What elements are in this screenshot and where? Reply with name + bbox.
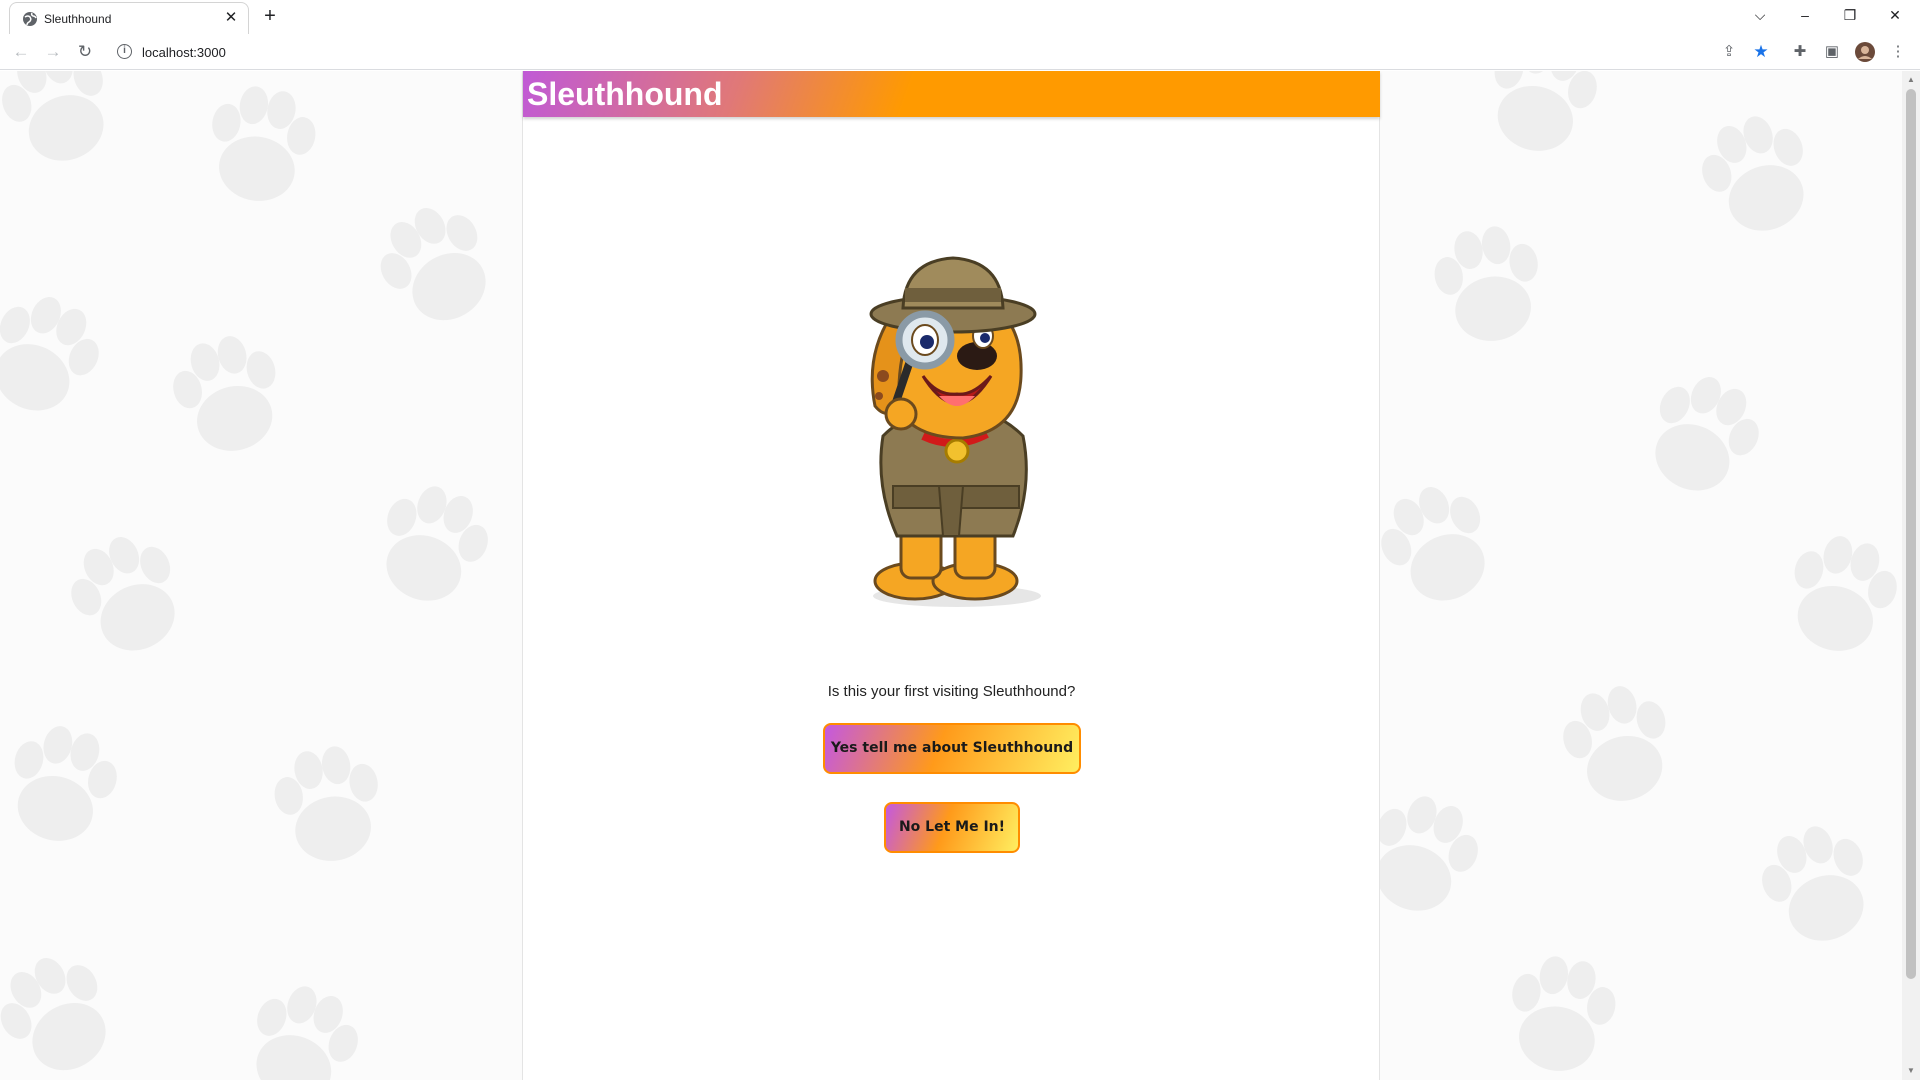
- scrollbar-thumb[interactable]: [1906, 89, 1916, 979]
- vertical-scrollbar[interactable]: ▲ ▼: [1902, 71, 1920, 1080]
- restore-button[interactable]: ❐: [1827, 0, 1873, 30]
- main-content: Sleuthhound Is this your first visiting …: [522, 71, 1380, 1080]
- new-tab-button[interactable]: +: [259, 5, 281, 27]
- tab-strip: Sleuthhound ✕ + ⌵ – ❐ ✕: [0, 0, 1920, 34]
- minimize-button[interactable]: –: [1782, 0, 1828, 30]
- first-visit-question: Is this your first visiting Sleuthhound?: [827, 683, 1076, 700]
- profile-avatar[interactable]: [1855, 42, 1875, 62]
- browser-menu-icon[interactable]: ⋮: [1888, 42, 1908, 62]
- tab-title: Sleuthhound: [44, 12, 112, 26]
- extensions-icon[interactable]: ✚: [1790, 42, 1810, 62]
- forward-button[interactable]: →: [42, 41, 64, 63]
- browser-toolbar: ← → ↻ i localhost:3000 ⇪ ★ ✚ ▣ ⋮: [0, 34, 1920, 70]
- browser-tab[interactable]: Sleuthhound ✕: [9, 2, 249, 34]
- close-window-button[interactable]: ✕: [1872, 0, 1918, 30]
- globe-icon: [23, 12, 37, 26]
- side-panel-icon[interactable]: ▣: [1822, 42, 1842, 62]
- tab-search-icon[interactable]: ⌵: [1737, 0, 1783, 30]
- reload-button[interactable]: ↻: [74, 41, 96, 63]
- let-me-in-button[interactable]: No Let Me In!: [884, 802, 1020, 853]
- site-info-icon[interactable]: i: [117, 44, 132, 59]
- bookmark-star-icon[interactable]: ★: [1751, 42, 1771, 62]
- url-text: localhost:3000: [142, 45, 226, 60]
- tab-close-icon[interactable]: ✕: [222, 9, 240, 27]
- scroll-up-arrow-icon[interactable]: ▲: [1906, 75, 1916, 85]
- scroll-down-arrow-icon[interactable]: ▼: [1906, 1066, 1916, 1076]
- address-bar[interactable]: i localhost:3000: [112, 39, 1712, 65]
- back-button[interactable]: ←: [10, 41, 32, 63]
- tell-me-more-button[interactable]: Yes tell me about Sleuthhound: [823, 723, 1081, 774]
- brand-title: Sleuthhound: [527, 76, 723, 112]
- page-viewport: Sleuthhound Is this your first visiting …: [0, 71, 1902, 1080]
- detective-dog-mascot: [869, 256, 1041, 607]
- share-icon[interactable]: ⇪: [1719, 42, 1739, 62]
- app-header: Sleuthhound: [523, 71, 1380, 117]
